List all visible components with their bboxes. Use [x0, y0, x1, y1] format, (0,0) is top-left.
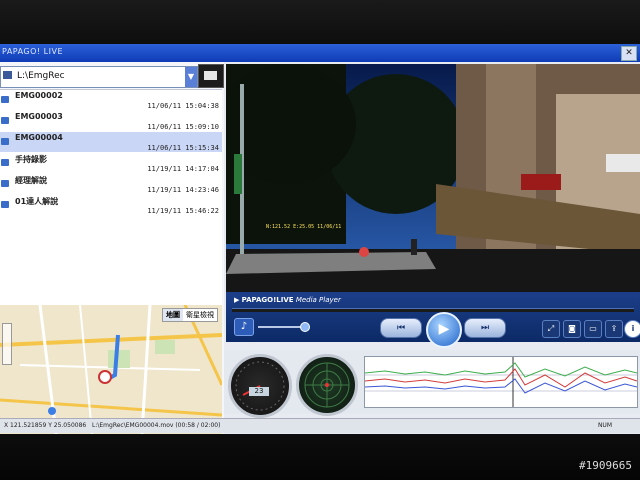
- folder-icon[interactable]: ▭: [584, 320, 602, 338]
- watermark: #1909665: [579, 459, 632, 472]
- file-date: 11/06/11 15:04:38: [147, 102, 219, 110]
- status-mode: NUM: [597, 422, 612, 429]
- video-file-icon: [1, 159, 9, 166]
- file-name: 手持錄影: [15, 155, 47, 164]
- video-file-icon: [1, 180, 9, 187]
- file-name: 經理解說: [15, 176, 47, 185]
- volume-slider[interactable]: [258, 326, 302, 328]
- close-window-button[interactable]: ✕: [621, 46, 637, 61]
- path-select[interactable]: L:\EmgRec ▼: [0, 66, 198, 88]
- g-sensor-graph: [364, 356, 638, 408]
- list-item[interactable]: EMG00002 11/06/11 15:04:38: [0, 90, 222, 110]
- path-text: L:\EmgRec: [17, 71, 65, 81]
- video-file-icon: [1, 96, 9, 103]
- radar-icon: [304, 362, 350, 408]
- file-date: 11/06/11 15:15:34: [147, 144, 219, 152]
- video-file-icon: [1, 201, 9, 208]
- previous-button[interactable]: ⏮: [380, 318, 422, 338]
- next-button[interactable]: ⏭: [464, 318, 506, 338]
- open-folder-button[interactable]: [198, 64, 224, 88]
- volume-knob[interactable]: [300, 322, 310, 332]
- list-item[interactable]: EMG00003 11/06/11 15:09:10: [0, 111, 222, 131]
- map-canvas: [0, 305, 222, 436]
- play-button[interactable]: ▶: [426, 312, 462, 348]
- video-file-icon: [1, 117, 9, 124]
- tab-map[interactable]: 地圖: [163, 309, 183, 321]
- folder-icon: [204, 71, 217, 80]
- chevron-down-icon[interactable]: ▼: [185, 67, 197, 87]
- g-sensor-traces: [364, 357, 638, 407]
- file-name: EMG00002: [15, 91, 63, 100]
- camera-icon[interactable]: ◙: [563, 320, 581, 338]
- speaker-icon[interactable]: ♪: [234, 318, 254, 336]
- vehicle-marker-icon: [98, 370, 112, 384]
- monitor-bezel-bottom: [0, 434, 640, 480]
- map-zoom-control[interactable]: [2, 323, 12, 365]
- file-date: 11/19/11 14:17:04: [147, 165, 219, 173]
- video-file-icon: [1, 138, 9, 145]
- app-window: PAPAGO! LIVE ✕ L:\EmgRec ▼ EMG00002 11/0…: [0, 44, 640, 436]
- status-file: L:\EmgRec\EMG00004.mov (00:58 / 02:00): [92, 422, 221, 429]
- monitor-bezel-top: [0, 0, 640, 50]
- file-date: 11/06/11 15:09:10: [147, 123, 219, 131]
- radar-gauge: [296, 354, 358, 416]
- expand-icon[interactable]: ⤢: [542, 320, 560, 338]
- upload-icon[interactable]: ⇪: [605, 320, 623, 338]
- map-type-tabs: 地圖 衛星檢視: [162, 308, 218, 322]
- list-item[interactable]: 手持錄影 11/19/11 14:17:04: [0, 153, 222, 173]
- app-title: PAPAGO! LIVE: [2, 47, 64, 56]
- file-date: 11/19/11 15:46:22: [147, 207, 219, 215]
- speed-readout: 23: [249, 387, 269, 396]
- list-item[interactable]: 01達人解說 11/19/11 15:46:22: [0, 195, 222, 215]
- file-name: EMG00004: [15, 133, 63, 142]
- speedometer-dial-icon: [235, 361, 285, 411]
- drive-icon: [3, 71, 12, 79]
- left-pane: L:\EmgRec ▼ EMG00002 11/06/11 15:04:38 E…: [0, 62, 224, 436]
- list-item[interactable]: 經理解說 11/19/11 14:23:46: [0, 174, 222, 194]
- list-item-selected[interactable]: EMG00004 11/06/11 15:15:34: [0, 132, 222, 152]
- info-icon[interactable]: i: [624, 320, 640, 338]
- player-label: ▶ PAPAGO!LIVE Media Player: [234, 296, 341, 304]
- player-controls: ▶ PAPAGO!LIVE Media Player ♪ ⏮ ▶ ⏭ ⤢ ◙ ▭…: [226, 292, 640, 348]
- dashcam-video-image: [226, 64, 640, 292]
- video-overlay-text: N:121.52 E:25.05 11/06/11: [266, 224, 342, 230]
- map-view[interactable]: 地圖 衛星檢視: [0, 305, 222, 436]
- video-frame[interactable]: N:121.52 E:25.05 11/06/11: [226, 64, 640, 292]
- file-date: 11/19/11 14:23:46: [147, 186, 219, 194]
- file-name: EMG00003: [15, 112, 63, 121]
- tab-satellite[interactable]: 衛星檢視: [183, 309, 217, 321]
- progress-bar[interactable]: [232, 308, 634, 312]
- speedometer-gauge: 23: [228, 354, 292, 418]
- title-bar: PAPAGO! LIVE ✕: [0, 44, 640, 62]
- status-coordinates: X 121.521859 Y 25.050086: [4, 422, 87, 429]
- file-name: 01達人解說: [15, 197, 59, 206]
- instrument-panel: 23: [224, 350, 640, 418]
- status-bar: X 121.521859 Y 25.050086 L:\EmgRec\EMG00…: [0, 418, 640, 433]
- file-list: EMG00002 11/06/11 15:04:38 EMG00003 11/0…: [0, 89, 222, 310]
